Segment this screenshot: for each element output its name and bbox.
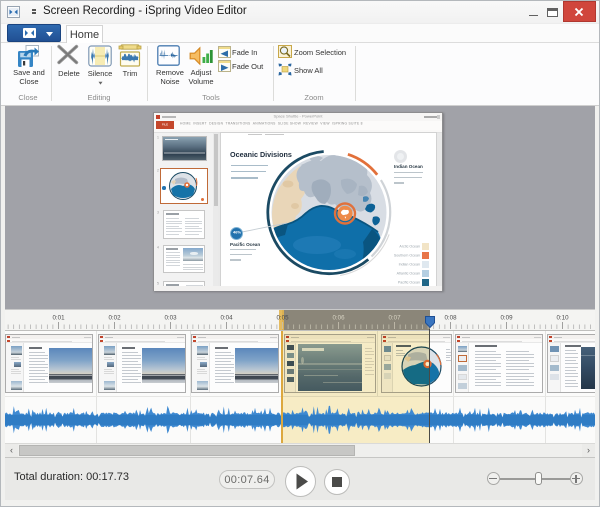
- svg-text:0:08: 0:08: [444, 315, 457, 322]
- svg-text:0:10: 0:10: [556, 315, 569, 322]
- svg-text:0:04: 0:04: [220, 315, 233, 322]
- svg-text:0:03: 0:03: [164, 315, 177, 322]
- svg-text:0:05: 0:05: [276, 315, 289, 322]
- svg-text:0:09: 0:09: [500, 315, 513, 322]
- svg-text:0:02: 0:02: [108, 315, 121, 322]
- svg-text:0:01: 0:01: [52, 315, 65, 322]
- svg-text:0:07: 0:07: [388, 315, 401, 322]
- svg-text:0:06: 0:06: [332, 315, 345, 322]
